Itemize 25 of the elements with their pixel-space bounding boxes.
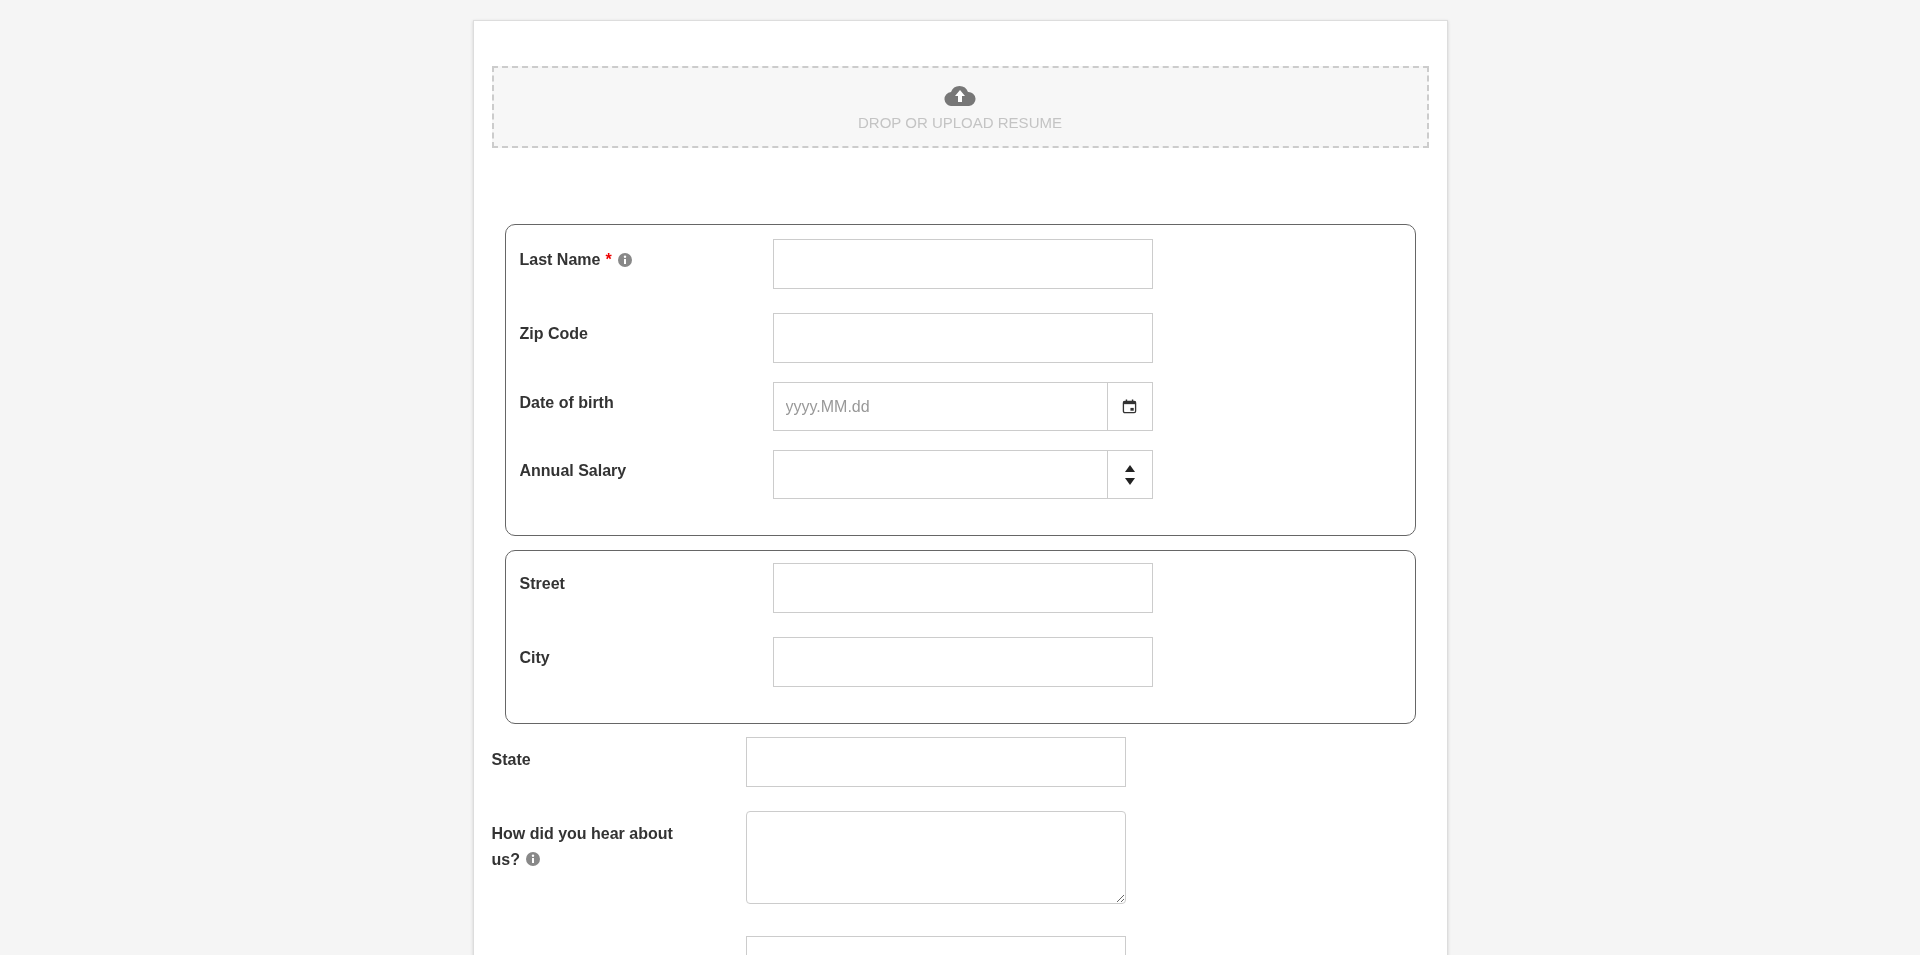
spinner-button[interactable] <box>1106 450 1153 499</box>
date-field[interactable]: yyyy.MM.dd <box>772 382 1107 431</box>
number-field[interactable] <box>772 450 1107 499</box>
cloud-upload-icon <box>944 83 976 106</box>
text-field[interactable] <box>772 637 1153 687</box>
required-asterisk: * <box>605 250 612 270</box>
info-icon[interactable] <box>525 852 540 866</box>
text-area[interactable] <box>745 811 1126 904</box>
field-label: Date of birth <box>519 393 614 413</box>
up-triangle-icon <box>1124 464 1135 472</box>
field-label: Last Name <box>519 250 601 270</box>
text-field[interactable] <box>772 313 1153 363</box>
field-label: How did you hear about us? <box>491 825 673 868</box>
text-field[interactable] <box>772 239 1153 289</box>
text-field[interactable] <box>745 737 1126 787</box>
calendar-icon <box>1122 399 1137 414</box>
down-triangle-icon <box>1124 477 1135 485</box>
field-label: Annual Salary <box>519 461 627 481</box>
text-field[interactable] <box>772 563 1153 613</box>
field-label: Street <box>519 574 565 594</box>
field-label: Zip Code <box>519 324 588 344</box>
field-label: State <box>491 751 531 768</box>
field-label: City <box>519 648 550 668</box>
calendar-button[interactable] <box>1106 382 1153 431</box>
info-icon[interactable] <box>617 253 632 267</box>
